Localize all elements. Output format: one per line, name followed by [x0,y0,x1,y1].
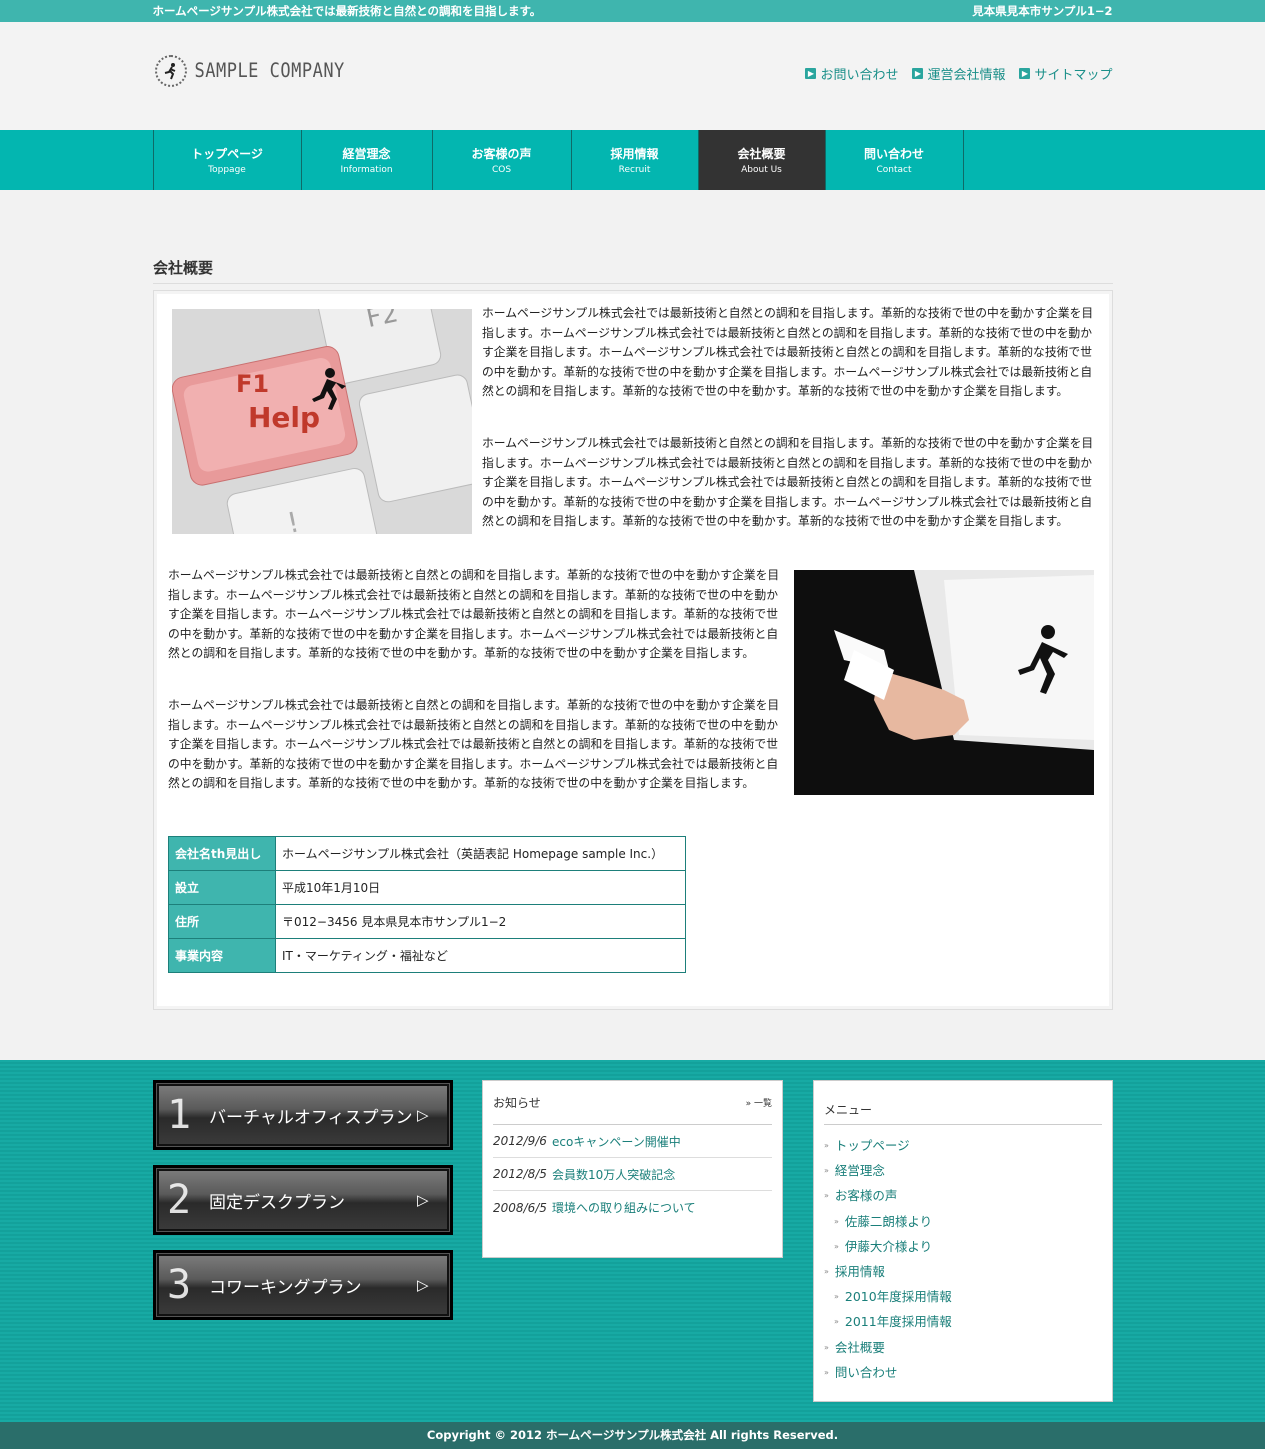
table-cell: IT・マーケティング・福祉など [275,938,686,973]
body-paragraph: ホームページサンプル株式会社では最新技術と自然との調和を目指します。革新的な技術… [482,436,1094,528]
double-chevron-icon: » [824,1141,829,1150]
menu-box: メニュー » トップページ » 経営理念 » お客様の声 » 佐藤二朗様より » 伊藤大介… [813,1080,1113,1402]
main-area: 会社概要 F2 ! F1 Help ホームページサンプル株式会社では最新技術と自… [0,190,1265,1060]
play-arrow-icon: ▷ [417,1191,429,1209]
table-header: 住所 [168,904,276,939]
table-header: 事業内容 [168,938,276,973]
news-item[interactable]: 2012/9/6 ecoキャンペーン開催中 [493,1125,772,1158]
plan-banner-virtual-office[interactable]: 1 バーチャルオフィスプラン ▷ [153,1080,453,1150]
double-chevron-icon: » [745,1099,754,1109]
global-nav: トップページ Toppage 経営理念 Information お客様の声 COS 採… [0,130,1265,190]
plan-banner-coworking[interactable]: 3 コワーキングプラン ▷ [153,1250,453,1320]
menu-subitem[interactable]: » 佐藤二朗様より [824,1209,1102,1234]
businessman-laptop-image [794,570,1094,795]
content-box: F2 ! F1 Help ホームページサンプル株式会社では最新技術と自然との調和… [153,290,1113,1010]
news-more-link[interactable]: » 一覧 [746,1096,772,1109]
news-title-link[interactable]: 会員数10万人突破記念 [552,1166,675,1183]
plan-label: コワーキングプラン [209,1277,362,1298]
news-title: お知らせ [493,1096,541,1110]
double-chevron-icon: » [824,1367,829,1377]
nav-item-contact[interactable]: 問い合わせ Contact [824,130,964,190]
nav-item-information[interactable]: 経営理念 Information [300,130,432,190]
news-title-link[interactable]: ecoキャンペーン開催中 [552,1133,681,1150]
news-box: お知らせ » 一覧 2012/9/6 ecoキャンペーン開催中 2012/8/5… [482,1080,783,1258]
arrow-icon: ▶ [912,68,924,79]
logo[interactable]: SAMPLE COMPANY [154,55,345,87]
play-arrow-icon: ▷ [417,1106,429,1124]
double-chevron-icon: » [824,1191,829,1201]
double-chevron-icon: » [834,1216,839,1226]
table-cell: ホームページサンプル株式会社（英語表記 Homepage sample Inc.… [275,836,686,871]
copyright: Copyright © 2012 ホームページサンプル株式会社 All righ… [0,1422,1265,1449]
table-cell: 〒012−3456 見本県見本市サンプル1−2 [275,904,686,939]
header-link-contact[interactable]: ▶ お問い合わせ [805,64,898,83]
nav-item-toppage[interactable]: トップページ Toppage [152,130,301,190]
company-info-table: 会社名th見出し ホームページサンプル株式会社（英語表記 Homepage sa… [168,836,686,973]
play-arrow-icon: ▷ [417,1276,429,1294]
plan-banner-fixed-desk[interactable]: 2 固定デスクプラン ▷ [153,1165,453,1235]
header: SAMPLE COMPANY ▶ お問い合わせ ▶ 運営会社情報 ▶ サイトマップ [0,22,1265,130]
keyboard-help-image: F2 ! F1 Help [172,309,472,534]
body-paragraph: ホームページサンプル株式会社では最新技術と自然との調和を目指します。革新的な技術… [168,698,780,790]
arrow-icon: ▶ [805,68,817,79]
table-cell: 平成10年1月10日 [275,870,686,905]
news-title-link[interactable]: 環境への取り組みについて [552,1199,696,1216]
plan-number: 1 [166,1092,192,1138]
plan-number: 3 [166,1262,192,1308]
double-chevron-icon: » [834,1317,839,1327]
plan-label: 固定デスクプラン [209,1192,345,1213]
table-row: 事業内容 IT・マーケティング・福祉など [168,938,686,973]
news-date: 2008/6/5 [493,1200,547,1215]
body-paragraph: ホームページサンプル株式会社では最新技術と自然との調和を目指します。革新的な技術… [482,306,1094,398]
news-date: 2012/8/5 [493,1167,547,1181]
header-link-sitemap[interactable]: ▶ サイトマップ [1019,64,1113,83]
menu-item[interactable]: » 採用情報 [824,1259,1102,1284]
double-chevron-icon: » [824,1266,829,1276]
logo-text: SAMPLE COMPANY [194,59,345,83]
arrow-icon: ▶ [1019,68,1031,79]
menu-subitem[interactable]: » 伊藤大介様より [824,1234,1102,1259]
table-header: 設立 [168,870,276,905]
address: 見本県見本市サンプル1−2 [972,4,1113,18]
table-header: 会社名th見出し [168,836,276,871]
table-row: 会社名th見出し ホームページサンプル株式会社（英語表記 Homepage sa… [168,836,686,871]
nav-item-cos[interactable]: お客様の声 COS [431,130,571,190]
plan-number: 2 [166,1177,192,1223]
news-date: 2012/9/6 [493,1134,547,1148]
menu-item[interactable]: » 会社概要 [824,1335,1102,1360]
table-row: 住所 〒012−3456 見本県見本市サンプル1−2 [168,904,686,939]
menu-item[interactable]: » 経営理念 [824,1158,1102,1183]
double-chevron-icon: » [824,1342,829,1352]
news-header: お知らせ » 一覧 [493,1081,772,1125]
body-paragraph: ホームページサンプル株式会社では最新技術と自然との調和を目指します。革新的な技術… [168,568,780,660]
page-title: 会社概要 [153,259,214,277]
double-chevron-icon: » [834,1241,839,1251]
top-bar: ホームページサンプル株式会社では最新技術と自然との調和を目指します。 見本県見本… [0,0,1265,22]
footer-area: 1 バーチャルオフィスプラン ▷ 2 固定デスクプラン ▷ 3 コワーキングプラ… [0,1060,1265,1422]
double-chevron-icon: » [824,1166,829,1176]
table-row: 設立 平成10年1月10日 [168,870,686,905]
nav-item-recruit[interactable]: 採用情報 Recruit [570,130,698,190]
menu-subitem[interactable]: » 2011年度採用情報 [824,1309,1102,1334]
plan-label: バーチャルオフィスプラン [209,1107,413,1128]
news-item[interactable]: 2008/6/5 環境への取り組みについて [493,1191,772,1224]
title-divider [153,283,1113,284]
menu-item[interactable]: » トップページ [824,1133,1102,1158]
image-text: F1 [236,370,269,398]
logo-runner-icon [154,55,187,87]
nav-item-about[interactable]: 会社概要 About Us [697,130,825,190]
menu-item[interactable]: » お客様の声 [824,1183,1102,1208]
svg-text:Help: Help [248,401,320,434]
tagline: ホームページサンプル株式会社では最新技術と自然との調和を目指します。 [152,4,542,18]
double-chevron-icon: » [834,1292,839,1302]
menu-item[interactable]: » 問い合わせ [824,1360,1102,1385]
menu-subitem[interactable]: » 2010年度採用情報 [824,1284,1102,1309]
news-item[interactable]: 2012/8/5 会員数10万人突破記念 [493,1158,772,1191]
header-links: ▶ お問い合わせ ▶ 運営会社情報 ▶ サイトマップ [805,64,1113,83]
menu-title: メニュー [824,1081,1102,1125]
header-link-company[interactable]: ▶ 運営会社情報 [912,64,1005,83]
